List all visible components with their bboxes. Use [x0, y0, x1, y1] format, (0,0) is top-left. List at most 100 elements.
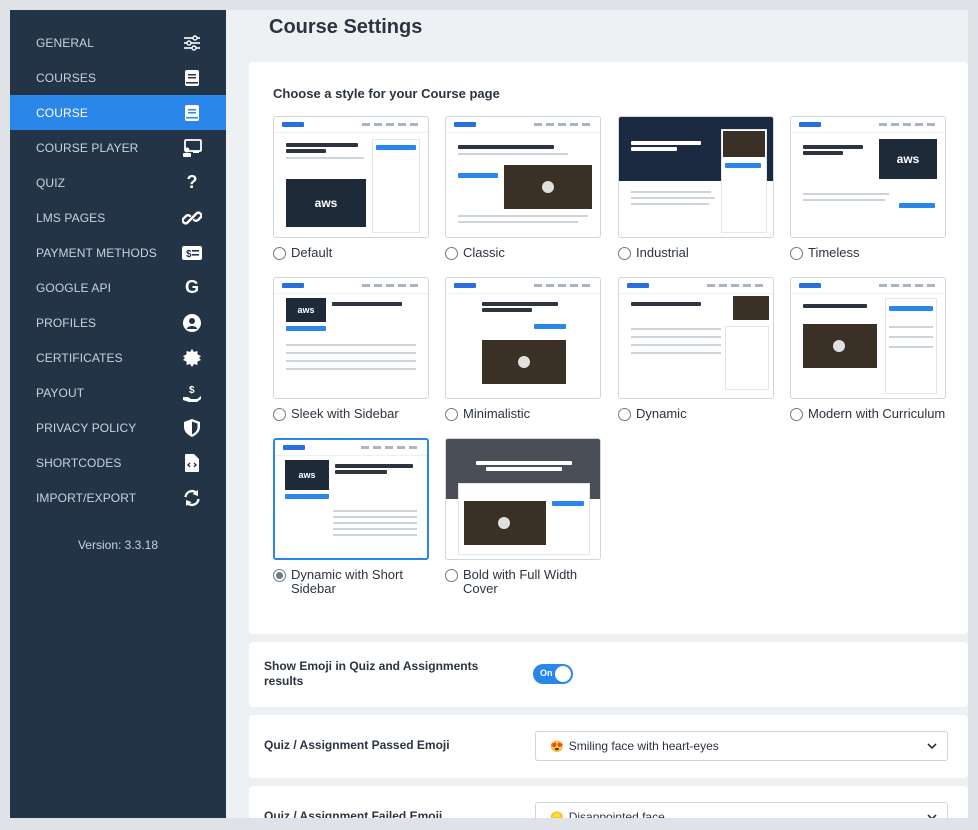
passed-emoji-label: Quiz / Assignment Passed Emoji [264, 738, 450, 752]
window-edge [968, 0, 978, 830]
sidebar-item-certificates[interactable]: CERTIFICATES [10, 340, 226, 375]
sidebar-item-label: PAYOUT [36, 385, 85, 400]
style-preview-bold-with-full-width-cover[interactable] [445, 438, 601, 560]
style-option-minimalistic[interactable]: Minimalistic [445, 407, 530, 421]
failed-emoji-select[interactable]: 😞 Disappointed face [535, 802, 948, 818]
passed-emoji-glyph: 😍 [550, 740, 564, 753]
sidebar-item-label: QUIZ [36, 175, 66, 190]
style-option-dynamic[interactable]: Dynamic [618, 407, 687, 421]
style-preview-timeless[interactable]: aws [790, 116, 946, 238]
user-circle-icon [182, 313, 202, 333]
style-preview-sleek-with-sidebar[interactable]: aws [273, 277, 429, 399]
sidebar-item-label: PAYMENT METHODS [36, 245, 157, 260]
sidebar-item-payout[interactable]: PAYOUT $ [10, 375, 226, 410]
style-option-label: Timeless [808, 245, 860, 260]
style-option-timeless[interactable]: Timeless [790, 246, 860, 260]
sidebar-item-label: GOOGLE API [36, 280, 112, 295]
failed-emoji-row: Quiz / Assignment Failed Emoji 😞 Disappo… [249, 786, 968, 818]
radio-button[interactable] [445, 247, 458, 260]
sidebar-item-shortcodes[interactable]: SHORTCODES [10, 445, 226, 480]
radio-button[interactable] [273, 569, 286, 582]
passed-emoji-value: Smiling face with heart-eyes [568, 739, 719, 753]
radio-button[interactable] [618, 408, 631, 421]
sync-icon [182, 488, 202, 508]
sidebar-item-privacy-policy[interactable]: PRIVACY POLICY [10, 410, 226, 445]
style-preview-dynamic[interactable] [618, 277, 774, 399]
style-section-label: Choose a style for your Course page [273, 86, 500, 101]
sidebar-item-label: COURSE [36, 105, 88, 120]
sidebar-item-label: LMS PAGES [36, 210, 106, 225]
sidebar-item-import-export[interactable]: IMPORT/EXPORT [10, 480, 226, 515]
sidebar-item-label: SHORTCODES [36, 455, 122, 470]
sidebar-item-profiles[interactable]: PROFILES [10, 305, 226, 340]
sidebar-item-label: IMPORT/EXPORT [36, 490, 137, 505]
passed-emoji-row: Quiz / Assignment Passed Emoji 😍 Smiling… [249, 715, 968, 778]
style-option-label: Minimalistic [463, 406, 531, 421]
style-preview-minimalistic[interactable] [445, 277, 601, 399]
sidebar-item-quiz[interactable]: QUIZ ? [10, 165, 226, 200]
money-icon: $ [182, 243, 202, 263]
radio-button[interactable] [273, 408, 286, 421]
certificate-icon [182, 348, 202, 368]
style-option-dynamic-with-short-sidebar[interactable]: Dynamic with Short Sidebar [273, 568, 411, 596]
code-file-icon [182, 453, 202, 473]
svg-text:$: $ [189, 385, 195, 396]
sidebar-item-label: GENERAL [36, 35, 95, 50]
style-preview-modern-with-curriculum[interactable] [790, 277, 946, 399]
passed-emoji-select[interactable]: 😍 Smiling face with heart-eyes [535, 731, 948, 761]
hand-dollar-icon: $ [182, 383, 202, 403]
style-preview-classic[interactable] [445, 116, 601, 238]
settings-sidebar: GENERAL COURSES COURSE COURSE PLAYER QUI… [10, 10, 226, 818]
question-icon: ? [186, 172, 198, 192]
style-option-sleek-with-sidebar[interactable]: Sleek with Sidebar [273, 407, 399, 421]
book-icon [182, 68, 202, 88]
sidebar-item-label: CERTIFICATES [36, 350, 123, 365]
style-option-label: Modern with Curriculum [808, 406, 946, 421]
failed-emoji-label: Quiz / Assignment Failed Emoji [264, 809, 443, 818]
failed-emoji-value: Disappointed face [568, 810, 665, 818]
radio-button[interactable] [618, 247, 631, 260]
toggle-knob [555, 666, 571, 682]
style-option-label: Dynamic [636, 406, 687, 421]
style-option-modern-with-curriculum[interactable]: Modern with Curriculum [790, 407, 945, 421]
chevron-down-icon [927, 814, 937, 818]
style-option-label: Default [291, 245, 333, 260]
style-option-label: Industrial [636, 245, 689, 260]
emoji-toggle-switch[interactable]: On [533, 664, 573, 684]
style-option-label: Dynamic with Short Sidebar [291, 567, 403, 596]
radio-button[interactable] [790, 408, 803, 421]
course-style-card: Choose a style for your Course page aws … [249, 62, 968, 634]
presentation-icon [182, 138, 202, 158]
style-preview-default[interactable]: aws [273, 116, 429, 238]
sidebar-item-course[interactable]: COURSE [10, 95, 226, 130]
style-option-default[interactable]: Default [273, 246, 332, 260]
style-option-classic[interactable]: Classic [445, 246, 505, 260]
radio-button[interactable] [273, 247, 286, 260]
sidebar-item-label: PRIVACY POLICY [36, 420, 137, 435]
sidebar-item-course-player[interactable]: COURSE PLAYER [10, 130, 226, 165]
style-option-label: Classic [463, 245, 505, 260]
toggle-state-text: On [540, 668, 553, 678]
style-option-bold-with-full-width-cover[interactable]: Bold with Full Width Cover [445, 568, 587, 596]
sidebar-item-label: PROFILES [36, 315, 97, 330]
sidebar-item-lms-pages[interactable]: LMS PAGES [10, 200, 226, 235]
style-preview-industrial[interactable] [618, 116, 774, 238]
emoji-toggle-row: Show Emoji in Quiz and Assignments resul… [249, 642, 968, 707]
style-preview-dynamic-with-short-sidebar[interactable]: aws [273, 438, 429, 560]
sidebar-item-general[interactable]: GENERAL [10, 25, 226, 60]
book-icon [182, 103, 202, 123]
radio-button[interactable] [445, 408, 458, 421]
chevron-down-icon [927, 743, 937, 750]
sidebar-item-label: COURSE PLAYER [36, 140, 139, 155]
sidebar-item-courses[interactable]: COURSES [10, 60, 226, 95]
failed-emoji-glyph: 😞 [550, 811, 564, 819]
radio-button[interactable] [445, 569, 458, 582]
version-text: Version: 3.3.18 [77, 538, 159, 552]
radio-button[interactable] [790, 247, 803, 260]
svg-text:$: $ [186, 249, 192, 260]
sidebar-item-google-api[interactable]: GOOGLE API G [10, 270, 226, 305]
sidebar-item-payment-methods[interactable]: PAYMENT METHODS $ [10, 235, 226, 270]
sidebar-nav: GENERAL COURSES COURSE COURSE PLAYER QUI… [10, 10, 226, 515]
style-option-industrial[interactable]: Industrial [618, 246, 689, 260]
emoji-toggle-label: Show Emoji in Quiz and Assignments resul… [264, 659, 479, 688]
